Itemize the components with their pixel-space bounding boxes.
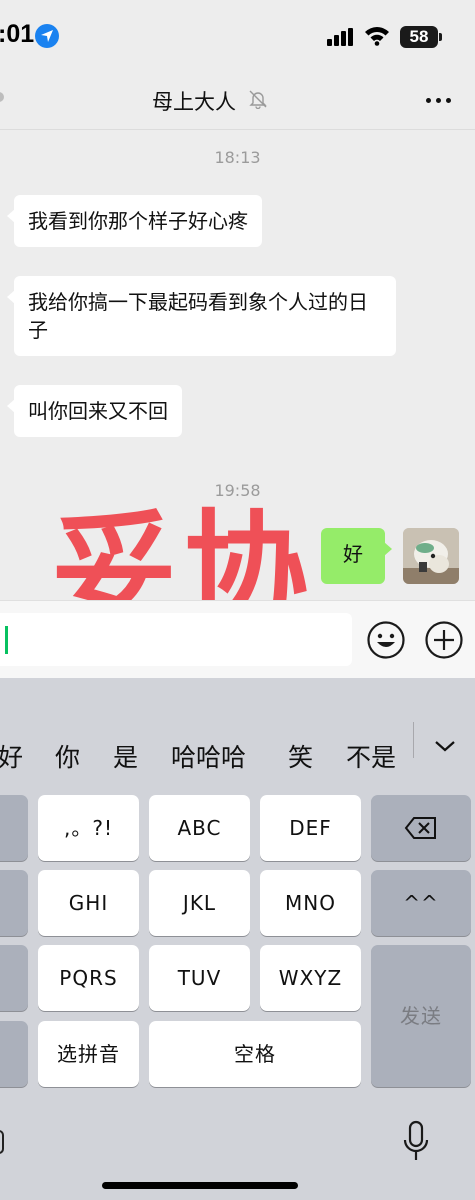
key-left-column[interactable] xyxy=(0,795,28,861)
wifi-icon xyxy=(365,27,389,46)
candidate-word[interactable]: 笑 xyxy=(288,738,313,774)
candidate-word[interactable]: 不是 xyxy=(346,738,396,774)
key-left-column[interactable] xyxy=(0,945,28,1011)
key-choose-pinyin[interactable]: 选拼音 xyxy=(38,1021,139,1087)
candidate-divider xyxy=(413,722,414,758)
key-send[interactable]: 发送 xyxy=(371,945,471,1087)
chat-title[interactable]: 母上大人 xyxy=(152,86,236,116)
avatar[interactable] xyxy=(403,528,459,584)
key-backspace[interactable] xyxy=(371,795,471,861)
message-input[interactable] xyxy=(0,613,352,666)
text-caret xyxy=(5,626,8,654)
key-mno[interactable]: MNO xyxy=(260,870,361,936)
battery-level: 58 xyxy=(409,27,429,46)
location-arrow-icon xyxy=(35,24,59,48)
key-left-column[interactable] xyxy=(0,1021,28,1087)
chat-header: 母上大人 xyxy=(0,72,475,130)
key-tuv[interactable]: TUV xyxy=(149,945,250,1011)
key-pqrs[interactable]: PQRS xyxy=(38,945,139,1011)
candidate-word[interactable]: 你 xyxy=(55,738,80,774)
status-time: :01 xyxy=(0,20,35,48)
back-button[interactable] xyxy=(0,92,4,102)
home-indicator xyxy=(102,1182,298,1189)
incoming-message[interactable]: 我看到你那个样子好心疼 xyxy=(7,195,262,247)
key-jkl[interactable]: JKL xyxy=(149,870,250,936)
key-punctuation[interactable]: ,。?! xyxy=(38,795,139,861)
cellular-signal-icon xyxy=(327,28,355,46)
battery-icon: 58 xyxy=(400,26,442,48)
key-def[interactable]: DEF xyxy=(260,795,361,861)
microphone-icon[interactable] xyxy=(402,1120,430,1164)
more-dots-icon[interactable] xyxy=(422,86,456,114)
candidate-bar: 好 你 是 哈哈哈 笑 不是 xyxy=(0,738,475,782)
emoji-icon[interactable] xyxy=(366,620,406,660)
key-abc[interactable]: ABC xyxy=(149,795,250,861)
mute-bell-icon xyxy=(249,90,267,109)
key-wxyz[interactable]: WXYZ xyxy=(260,945,361,1011)
outgoing-message[interactable]: 好 xyxy=(321,528,392,584)
plus-icon[interactable] xyxy=(424,620,464,660)
key-ghi[interactable]: GHI xyxy=(38,870,139,936)
message-timestamp: 18:13 xyxy=(214,148,261,167)
incoming-message[interactable]: 叫你回来又不回 xyxy=(7,385,182,437)
status-bar: :01 58 xyxy=(0,0,475,72)
chevron-down-icon[interactable] xyxy=(433,738,457,754)
key-left-column[interactable] xyxy=(0,870,28,936)
send-label: 发送 xyxy=(400,1004,442,1028)
candidate-word[interactable]: 哈哈哈 xyxy=(171,738,246,774)
incoming-message[interactable]: 我给你搞一下最起码看到象个人过的日子 xyxy=(7,276,396,356)
candidate-word[interactable]: 好 xyxy=(0,738,23,774)
key-face[interactable]: ^^ xyxy=(371,870,471,936)
candidate-word[interactable]: 是 xyxy=(113,738,138,774)
key-space[interactable]: 空格 xyxy=(149,1021,361,1087)
globe-icon[interactable] xyxy=(0,1130,4,1154)
backspace-icon xyxy=(404,817,436,839)
